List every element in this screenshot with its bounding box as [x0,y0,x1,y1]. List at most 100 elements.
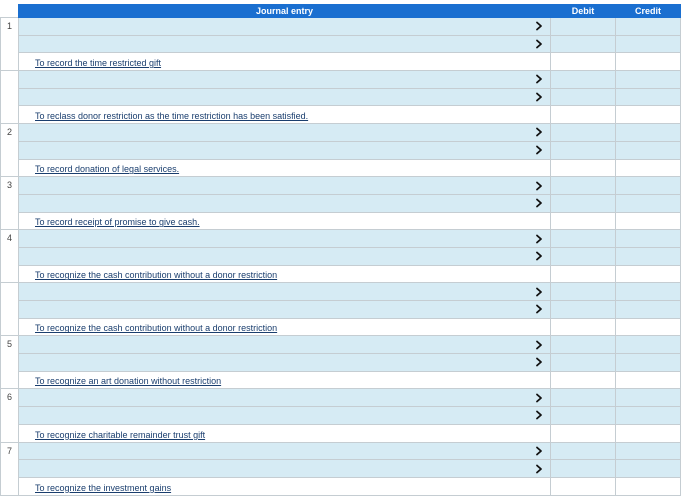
credit-input[interactable] [615,441,681,461]
memo-text: To recognize the cash contribution witho… [35,270,278,281]
account-select[interactable] [18,140,551,160]
credit-input[interactable] [615,335,681,355]
journal-row [1,459,681,478]
debit-input[interactable] [550,229,616,248]
chevron-right-icon[interactable] [534,145,544,155]
account-select[interactable] [18,70,551,89]
chevron-right-icon[interactable] [534,357,544,367]
account-select[interactable] [18,193,551,213]
account-select[interactable] [18,459,551,478]
chevron-right-icon[interactable] [534,92,544,102]
chevron-right-icon[interactable] [534,410,544,420]
credit-input[interactable] [615,140,681,160]
debit-input[interactable] [550,441,616,461]
debit-input[interactable] [550,282,616,301]
journal-row: 6 [0,388,681,443]
debit-input[interactable] [550,34,616,54]
entry-number: 1 [0,16,19,72]
memo-cell: To reclass donor restriction as the time… [18,105,551,125]
credit-input[interactable] [615,459,681,478]
chevron-right-icon[interactable] [534,446,544,456]
credit-input[interactable] [615,353,681,372]
debit-input[interactable] [550,176,616,195]
account-select[interactable] [18,441,551,461]
memo-text: To reclass donor restriction as the time… [35,111,309,122]
debit-input[interactable] [550,123,616,142]
account-select[interactable] [18,282,551,301]
entry-number: 4 [0,229,19,284]
journal-row: 1 [0,16,681,72]
chevron-right-icon[interactable] [534,464,544,474]
memo-debit-cell [550,105,616,125]
account-select[interactable] [18,406,551,425]
chevron-right-icon[interactable] [534,393,544,403]
chevron-right-icon[interactable] [534,181,544,191]
account-select[interactable] [18,388,551,408]
debit-input[interactable] [550,87,616,107]
chevron-right-icon[interactable] [534,39,544,49]
credit-input[interactable] [615,282,681,301]
credit-input[interactable] [615,300,681,319]
account-select[interactable] [18,246,551,266]
account-select[interactable] [18,229,551,248]
account-select[interactable] [18,335,551,355]
credit-input[interactable] [615,17,681,36]
account-select[interactable] [18,34,551,54]
account-select[interactable] [18,123,551,142]
chevron-right-icon[interactable] [534,74,544,84]
account-select[interactable] [18,17,551,36]
memo-row: To reclass donor restriction as the time… [1,105,681,125]
chevron-right-icon[interactable] [534,287,544,297]
debit-input[interactable] [550,246,616,266]
chevron-right-icon[interactable] [534,304,544,314]
credit-input[interactable] [615,193,681,213]
chevron-right-icon[interactable] [534,234,544,244]
debit-input[interactable] [550,140,616,160]
debit-input[interactable] [550,459,616,478]
account-select[interactable] [18,176,551,195]
credit-input[interactable] [615,70,681,89]
entry-number: 2 [0,123,19,178]
memo-cell: To record receipt of promise to give cas… [18,211,551,231]
journal-row: 7 [0,441,681,496]
account-select[interactable] [18,353,551,372]
memo-text: To record donation of legal services. [35,164,180,175]
debit-input[interactable] [550,17,616,36]
credit-input[interactable] [615,388,681,408]
memo-row: To recognize charitable remainder trust … [1,423,681,443]
account-select[interactable] [18,87,551,107]
chevron-right-icon[interactable] [534,340,544,350]
debit-input[interactable] [550,353,616,372]
debit-input[interactable] [550,193,616,213]
credit-input[interactable] [615,246,681,266]
memo-cell: To recognize the investment gains [18,476,551,496]
debit-input[interactable] [550,388,616,408]
credit-header: Credit [615,4,681,18]
chevron-right-icon[interactable] [534,127,544,137]
credit-input[interactable] [615,34,681,54]
memo-row: To record donation of legal services. [1,158,681,178]
credit-input[interactable] [615,123,681,142]
account-select[interactable] [18,300,551,319]
memo-cell: To recognize an art donation without res… [18,370,551,390]
journal-row [1,193,681,213]
credit-input[interactable] [615,87,681,107]
entry-number [0,70,19,125]
memo-credit-cell [615,105,681,125]
memo-debit-cell [550,370,616,390]
memo-text: To recognize the investment gains [35,482,172,493]
memo-credit-cell [615,211,681,231]
debit-input[interactable] [550,335,616,355]
memo-debit-cell [550,158,616,178]
debit-input[interactable] [550,300,616,319]
credit-input[interactable] [615,406,681,425]
credit-input[interactable] [615,176,681,195]
memo-credit-cell [615,423,681,443]
chevron-right-icon[interactable] [534,198,544,208]
credit-input[interactable] [615,229,681,248]
chevron-right-icon[interactable] [534,21,544,31]
debit-input[interactable] [550,70,616,89]
memo-credit-cell [615,264,681,284]
chevron-right-icon[interactable] [534,251,544,261]
debit-input[interactable] [550,406,616,425]
